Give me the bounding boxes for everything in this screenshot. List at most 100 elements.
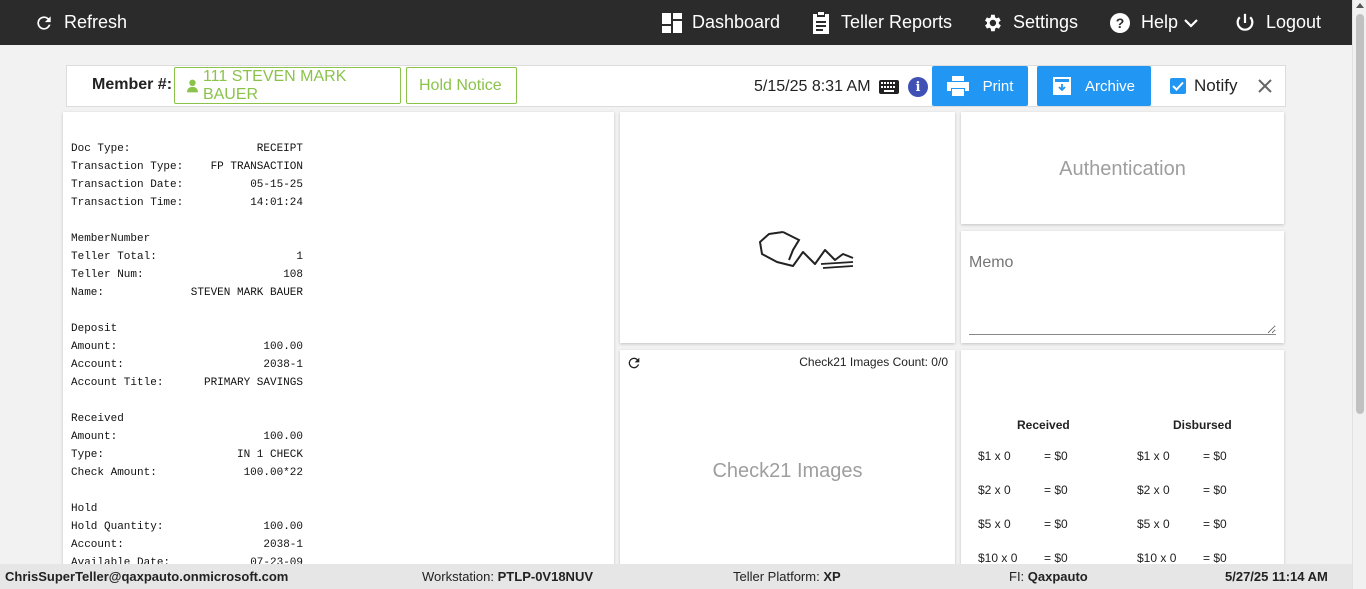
memo-field[interactable] bbox=[969, 271, 1276, 335]
receipt-value: PRIMARY SAVINGS bbox=[203, 377, 303, 389]
receipt-value: FP TRANSACTION bbox=[210, 161, 303, 173]
status-user: ChrisSuperTeller@qaxpauto.onmicrosoft.co… bbox=[5, 569, 289, 584]
close-icon[interactable] bbox=[1255, 76, 1275, 96]
signature-image bbox=[759, 231, 854, 269]
receipt-section-title: MemberNumber bbox=[71, 233, 151, 245]
receipt-value: RECEIPT bbox=[256, 143, 303, 155]
dashboard-label: Dashboard bbox=[692, 12, 781, 32]
receipt-value: 100.00 bbox=[263, 341, 303, 353]
received-denomination: $2 x 0 bbox=[978, 483, 1011, 497]
receipt-key: Transaction Time: bbox=[71, 197, 184, 209]
receipt-row: Transaction Time: 14:01:24 bbox=[71, 194, 303, 212]
platform-label: Teller Platform: bbox=[733, 569, 820, 584]
receipt-value: STEVEN MARK BAUER bbox=[190, 287, 303, 299]
memo-panel: Memo bbox=[961, 231, 1284, 343]
hold-notice-button[interactable]: Hold Notice bbox=[406, 67, 517, 104]
status-time: 5/27/25 11:14 AM bbox=[1225, 569, 1328, 584]
receipt-key: Teller Num: bbox=[71, 269, 144, 281]
power-icon bbox=[1236, 13, 1254, 31]
receipt-key: Amount: bbox=[71, 431, 118, 443]
receipt-row: Hold Quantity: 100.00 bbox=[71, 518, 303, 536]
help-button[interactable]: ? Help bbox=[1109, 0, 1198, 45]
receipt-value: 2038-1 bbox=[263, 539, 303, 551]
svg-text:?: ? bbox=[1116, 15, 1125, 31]
teller-reports-button[interactable]: Teller Reports bbox=[811, 0, 952, 45]
platform-value: XP bbox=[823, 569, 841, 584]
receipt-panel: Doc Type: RECEIPT Transaction Type: FP TRAN… bbox=[63, 112, 614, 564]
dashboard-button[interactable]: Dashboard bbox=[662, 0, 780, 45]
notify-label: Notify bbox=[1194, 76, 1238, 95]
keyboard-icon[interactable] bbox=[879, 80, 899, 94]
info-icon[interactable]: i bbox=[908, 77, 928, 97]
settings-button[interactable]: Settings bbox=[981, 0, 1078, 45]
chevron-down-icon bbox=[1184, 18, 1198, 28]
receipt-row: Transaction Type: FP TRANSACTION bbox=[71, 158, 303, 176]
cash-panel: Received Disbursed $1 x 0 = $0 $2 x 0 = $0 $… bbox=[961, 350, 1284, 565]
receipt-value: IN 1 CHECK bbox=[236, 449, 303, 461]
receipt-gap bbox=[71, 302, 303, 320]
receipt-section-title: Received bbox=[71, 413, 124, 425]
check21-count: Check21 Images Count: 0/0 bbox=[799, 355, 948, 369]
receipt-row: Type: IN 1 CHECK bbox=[71, 446, 303, 464]
fi-value: Qaxpauto bbox=[1027, 569, 1088, 584]
refresh-icon[interactable] bbox=[626, 355, 642, 371]
receipt-value: 05-15-25 bbox=[250, 179, 303, 191]
member-button[interactable]: 111 STEVEN MARK BAUER bbox=[174, 67, 401, 104]
settings-label: Settings bbox=[1013, 12, 1079, 32]
status-fi: FI: Qaxpauto bbox=[1009, 569, 1088, 584]
disbursed-heading: Disbursed bbox=[1173, 418, 1232, 432]
member-number-label: Member #: bbox=[92, 76, 173, 93]
status-platform: Teller Platform: XP bbox=[733, 569, 841, 584]
refresh-button[interactable]: Refresh bbox=[34, 0, 127, 45]
member-bar: Member #: 111 STEVEN MARK BAUER Hold Not… bbox=[66, 65, 1286, 107]
receipt-key: Doc Type: bbox=[71, 143, 131, 155]
disbursed-denomination: $2 x 0 bbox=[1137, 483, 1170, 497]
receipt-value: 07-23-09 bbox=[250, 557, 303, 564]
received-total: = $0 bbox=[1044, 551, 1068, 565]
receipt-row: Amount: 100.00 bbox=[71, 338, 303, 356]
disbursed-denomination: $10 x 0 bbox=[1137, 551, 1177, 565]
disbursed-total: = $0 bbox=[1203, 483, 1227, 497]
scroll-up-arrow[interactable] bbox=[1356, 3, 1364, 8]
hold-notice-label: Hold Notice bbox=[419, 76, 502, 94]
receipt-row: Teller Num: 108 bbox=[71, 266, 303, 284]
refresh-icon bbox=[37, 15, 51, 30]
page-scrollbar[interactable] bbox=[1352, 0, 1366, 589]
received-total: = $0 bbox=[1044, 483, 1068, 497]
help-label: Help bbox=[1141, 12, 1179, 32]
checkbox-checked-icon[interactable] bbox=[1170, 78, 1186, 94]
scroll-thumb[interactable] bbox=[1356, 14, 1364, 414]
receipt-row: Account: 2038-1 bbox=[71, 356, 303, 374]
dashboard-icon bbox=[662, 12, 682, 33]
receipt-section-title: Deposit bbox=[71, 323, 118, 335]
print-button[interactable]: Print bbox=[932, 66, 1028, 106]
archive-button[interactable]: Archive bbox=[1037, 66, 1151, 106]
receipt-gap bbox=[71, 212, 303, 230]
received-total: = $0 bbox=[1044, 517, 1068, 531]
print-label: Print bbox=[982, 77, 1014, 95]
receipt-key: Hold Quantity: bbox=[71, 521, 164, 533]
receipt-row: Amount: 100.00 bbox=[71, 428, 303, 446]
receipt-value: 100.00 bbox=[263, 521, 303, 533]
received-denomination: $5 x 0 bbox=[978, 517, 1011, 531]
check21-panel: Check21 Images Count: 0/0 Check21 Images bbox=[620, 350, 955, 565]
received-denomination: $10 x 0 bbox=[978, 551, 1018, 565]
logout-label: Logout bbox=[1266, 12, 1322, 32]
receipt-key: Account Title: bbox=[71, 377, 164, 389]
printer-icon bbox=[946, 76, 969, 96]
logout-button[interactable]: Logout bbox=[1234, 0, 1321, 45]
notify-checkbox[interactable]: Notify bbox=[1170, 76, 1237, 96]
clipboard-icon bbox=[813, 11, 829, 34]
status-workstation: Workstation: PTLP-0V18NUV bbox=[422, 569, 593, 584]
receipt-row: Doc Type: RECEIPT bbox=[71, 140, 303, 158]
help-icon: ? bbox=[1110, 12, 1130, 33]
receipt-value: 100.00*22 bbox=[243, 467, 303, 479]
fi-label: FI: bbox=[1009, 569, 1025, 584]
receipt-value: 2038-1 bbox=[263, 359, 303, 371]
receipt-section-title: Hold bbox=[71, 503, 98, 515]
authentication-title: Authentication bbox=[1059, 158, 1186, 180]
refresh-label: Refresh bbox=[64, 12, 128, 32]
receipt-value: 108 bbox=[283, 269, 303, 281]
receipt-value: 1 bbox=[296, 251, 303, 263]
received-total: = $0 bbox=[1044, 449, 1068, 463]
